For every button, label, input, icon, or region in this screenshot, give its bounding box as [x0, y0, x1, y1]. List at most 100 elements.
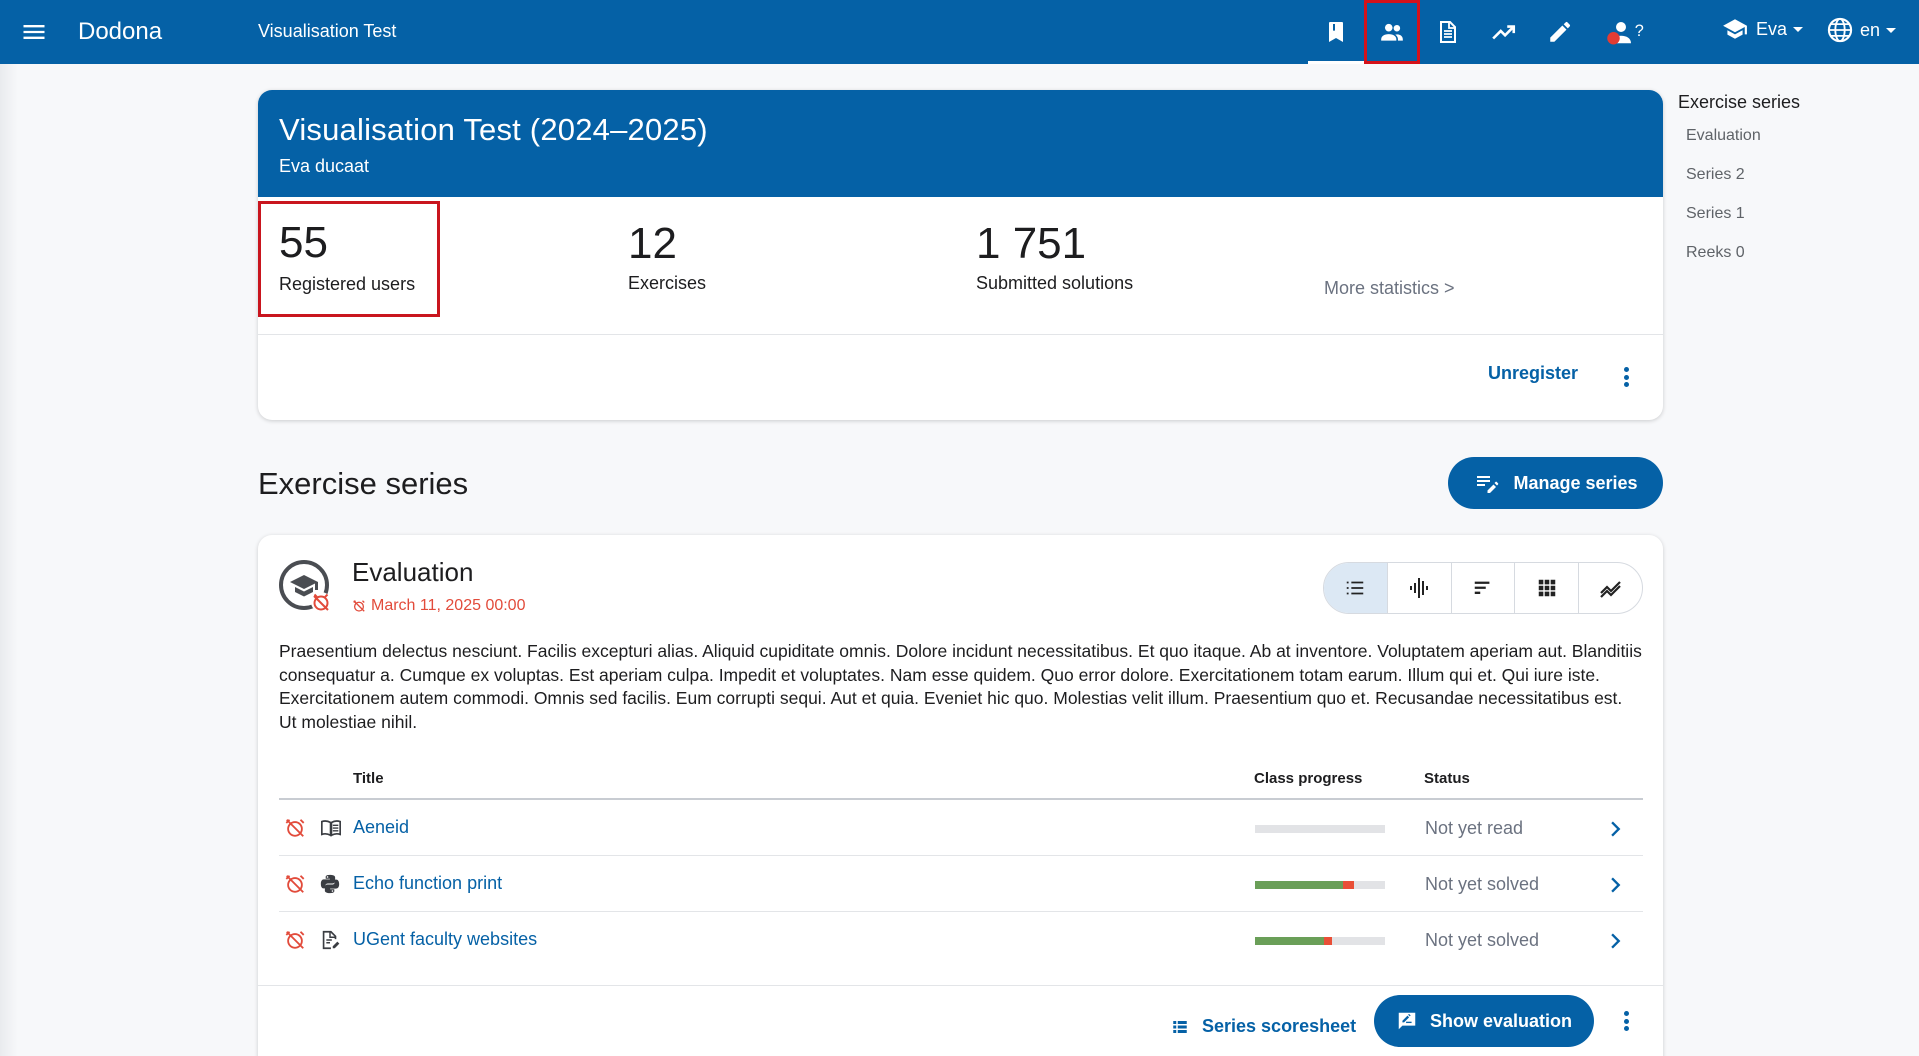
timeseries-chart-icon[interactable] — [1578, 563, 1642, 613]
show-evaluation-label: Show evaluation — [1429, 1010, 1573, 1031]
course-title: Visualisation Test (2024–2025) — [279, 112, 708, 147]
stat-number: 55 — [279, 218, 328, 267]
language-code: en — [1860, 19, 1881, 40]
svg-text:?: ? — [1635, 22, 1644, 40]
brand-logo-text[interactable]: Dodona — [78, 18, 162, 46]
chevron-down-icon — [1886, 27, 1897, 33]
toc-title: Exercise series — [1678, 92, 1801, 112]
exercise-status: Not yet solved — [1425, 874, 1540, 894]
table-row[interactable]: UGent faculty websites Not yet solved — [279, 912, 1643, 968]
user-menu[interactable]: Eva — [1720, 16, 1804, 42]
course-card: Visualisation Test (2024–2025) Eva ducaa… — [258, 90, 1663, 420]
account-question-icon[interactable]: ? — [1588, 0, 1664, 64]
series-card-evaluation: Evaluation March 11, 2025 00:00 Praesent… — [258, 535, 1663, 1056]
toc-item-reeks-0[interactable]: Reeks 0 — [1678, 242, 1898, 281]
stat-label: Exercises — [628, 273, 707, 293]
stat-submitted-solutions: 1 751 Submitted solutions — [976, 219, 1133, 294]
stat-registered-users[interactable]: 55 Registered users — [258, 201, 440, 317]
series-scoresheet-button[interactable]: Series scoresheet — [1170, 1016, 1356, 1037]
language-menu[interactable]: en — [1826, 16, 1897, 44]
bookmark-icon[interactable] — [1308, 0, 1364, 64]
table-row[interactable]: Echo function print Not yet solved — [279, 856, 1643, 912]
course-stats: 55 Registered users 12 Exercises 1 751 S… — [258, 197, 1663, 335]
show-evaluation-button[interactable]: Show evaluation — [1374, 995, 1594, 1047]
table-of-contents: Exercise series Evaluation Series 2 Seri… — [1678, 92, 1898, 281]
stat-exercises: 12 Exercises — [628, 219, 706, 294]
series-view-toggle — [1323, 562, 1643, 614]
progress-solved-segment — [1255, 937, 1324, 945]
manage-series-button[interactable]: Manage series — [1448, 457, 1663, 509]
alarm-off-icon — [353, 600, 365, 612]
toc-item-series-2[interactable]: Series 2 — [1678, 164, 1898, 203]
top-app-bar: Dodona Visualisation Test ? Eva en — [0, 0, 1919, 64]
class-progress-bar — [1255, 881, 1385, 889]
stacked-bar-chart-icon[interactable] — [1450, 563, 1515, 613]
view-list-icon — [1173, 1020, 1187, 1033]
table-header: Title Class progress Status — [279, 756, 1643, 800]
toc-item-evaluation[interactable]: Evaluation — [1678, 125, 1898, 164]
violin-chart-icon[interactable] — [1386, 563, 1451, 613]
series-title: Evaluation — [352, 557, 474, 587]
series-description: Praesentium delectus nesciunt. Facilis e… — [279, 641, 1642, 732]
column-class-progress: Class progress — [1254, 770, 1363, 787]
school-hat-icon — [1723, 19, 1747, 39]
series-deadline: March 11, 2025 00:00 — [352, 597, 525, 615]
chevron-right-icon[interactable] — [1605, 874, 1625, 896]
message-draw-icon — [1398, 1012, 1416, 1030]
deadline-text: March 11, 2025 00:00 — [371, 597, 526, 614]
series-deadline-school-icon — [278, 559, 334, 615]
manage-series-label: Manage series — [1513, 472, 1638, 493]
python-icon — [320, 874, 340, 894]
series-scoresheet-label: Series scoresheet — [1202, 1016, 1357, 1036]
globe-icon — [1827, 17, 1853, 43]
exercise-status: Not yet solved — [1425, 930, 1540, 950]
book-open-icon — [321, 820, 341, 837]
toc-item-series-1[interactable]: Series 1 — [1678, 203, 1898, 242]
progress-wrong-segment — [1323, 937, 1332, 945]
alarm-off-icon — [285, 875, 305, 893]
course-teacher: Eva ducaat — [279, 156, 370, 176]
chevron-right-icon[interactable] — [1605, 930, 1625, 952]
users-icon[interactable] — [1364, 0, 1420, 64]
alarm-off-icon — [285, 931, 305, 949]
class-progress-bar — [1255, 937, 1385, 945]
more-vert-icon[interactable] — [1616, 1007, 1636, 1035]
more-statistics-link[interactable]: More statistics > — [1324, 278, 1455, 299]
course-nav: ? — [1308, 0, 1664, 64]
hamburger-menu-icon[interactable] — [20, 18, 48, 46]
course-breadcrumb[interactable]: Visualisation Test — [258, 21, 396, 42]
section-title: Exercise series — [258, 466, 469, 501]
stat-label: Submitted solutions — [976, 273, 1134, 293]
exercise-link[interactable]: Aeneid — [353, 817, 409, 838]
series-footer: Series scoresheet Show evaluation — [258, 985, 1663, 1056]
course-header: Visualisation Test (2024–2025) Eva ducaa… — [258, 90, 1663, 197]
column-status: Status — [1424, 770, 1470, 787]
exercise-status: Not yet read — [1425, 818, 1524, 838]
exercise-link[interactable]: UGent faculty websites — [353, 929, 537, 950]
alarm-off-icon — [285, 819, 305, 837]
exercise-link[interactable]: Echo function print — [353, 873, 502, 894]
stat-number: 1 751 — [976, 219, 1087, 268]
user-name: Eva — [1756, 18, 1788, 39]
chevron-down-icon — [1793, 26, 1804, 32]
exercise-table: Title Class progress Status Aeneid Not y… — [279, 756, 1643, 968]
class-progress-bar — [1255, 825, 1385, 833]
left-gutter — [0, 64, 232, 1056]
list-view-icon[interactable] — [1324, 563, 1387, 613]
chevron-right-icon[interactable] — [1605, 818, 1625, 840]
stat-number: 12 — [628, 219, 677, 268]
stat-label: Registered users — [279, 274, 416, 294]
heatmap-grid-icon[interactable] — [1514, 563, 1578, 613]
file-document-icon[interactable] — [1420, 0, 1476, 64]
table-row[interactable]: Aeneid Not yet read — [279, 800, 1643, 856]
pencil-icon[interactable] — [1532, 0, 1588, 64]
column-title: Title — [353, 770, 384, 787]
more-vert-icon[interactable] — [1616, 363, 1636, 391]
progress-wrong-segment — [1343, 881, 1354, 889]
playlist-edit-icon — [1477, 476, 1499, 493]
unregister-button[interactable]: Unregister — [1488, 363, 1578, 384]
course-actions: Unregister — [258, 335, 1663, 420]
progress-solved-segment — [1255, 881, 1344, 889]
trending-up-icon[interactable] — [1476, 0, 1532, 64]
file-edit-icon — [322, 930, 340, 950]
